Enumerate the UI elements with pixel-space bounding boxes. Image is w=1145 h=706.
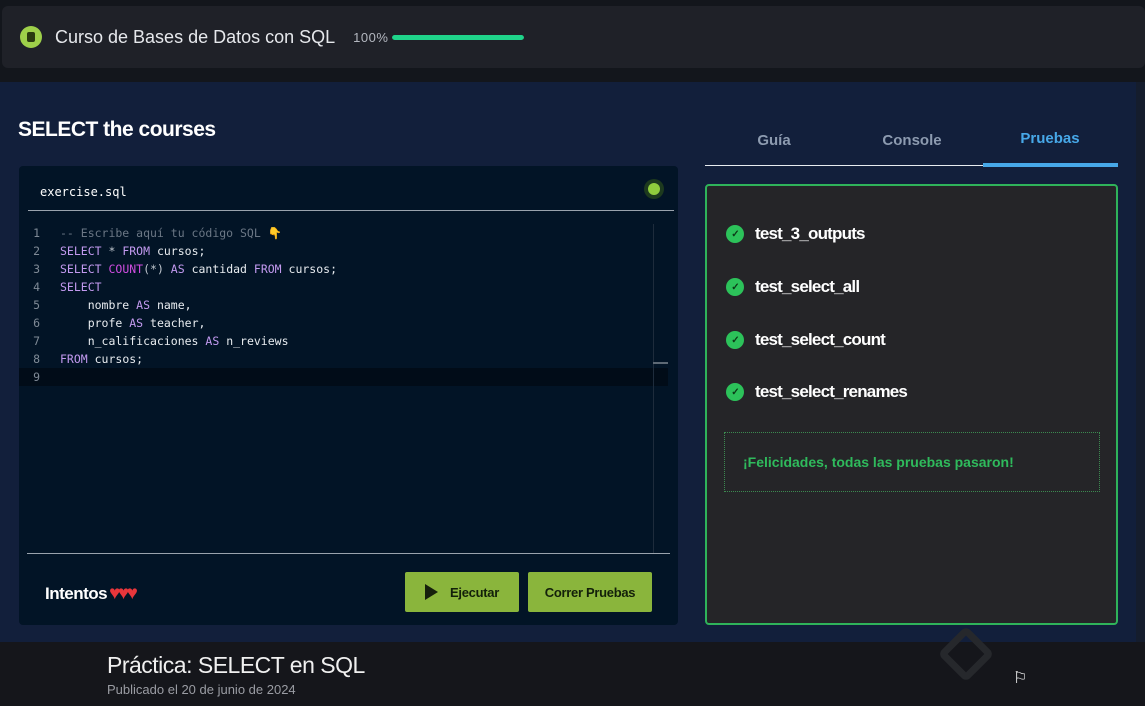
code-token: COUNT	[108, 262, 144, 276]
line-number: 5	[33, 298, 40, 312]
line-number: 8	[33, 352, 40, 366]
success-message: ¡Felicidades, todas las pruebas pasaron!	[724, 432, 1100, 492]
run-button[interactable]: Ejecutar	[405, 572, 519, 612]
course-badge-icon[interactable]	[20, 26, 42, 48]
code-line[interactable]: 6 profe AS teacher,	[19, 314, 669, 332]
code-line[interactable]: 1 -- Escribe aquí tu código SQL 👇	[19, 224, 669, 242]
code-token: AS	[136, 298, 151, 312]
code-token: profe	[60, 316, 130, 330]
divider	[27, 553, 670, 554]
code-token: cursos;	[87, 352, 144, 366]
code-token: n_calificaciones	[60, 334, 206, 348]
progress-label: 100%	[353, 29, 389, 45]
heart-icon: ♥	[126, 583, 138, 604]
code-token: name,	[150, 298, 192, 312]
test-name: test_3_outputs	[755, 224, 866, 243]
run-label: Ejecutar	[450, 584, 499, 600]
check-circle-icon: ✓	[726, 383, 744, 401]
line-number: 2	[33, 244, 40, 258]
run-tests-label: Correr Pruebas	[544, 584, 636, 600]
scrollbar[interactable]	[1136, 82, 1145, 642]
line-number: 1	[33, 226, 40, 240]
active-tab-indicator	[983, 163, 1118, 167]
code-token: FROM	[122, 244, 151, 258]
code-token: FROM	[60, 352, 88, 366]
tab-guia[interactable]: Guía	[705, 132, 843, 149]
course-title[interactable]: Curso de Bases de Datos con SQL	[55, 27, 335, 48]
check-circle-icon: ✓	[726, 331, 744, 349]
code-area[interactable]: 1 -- Escribe aquí tu código SQL 👇 2 SELECT …	[19, 224, 669, 386]
test-name: test_select_renames	[755, 382, 908, 401]
code-token: *	[101, 244, 123, 258]
code-token: SELECT	[60, 280, 102, 294]
line-number: 6	[33, 316, 40, 330]
code-line[interactable]: 9	[19, 368, 668, 386]
test-item: ✓ test_3_outputs	[726, 224, 866, 244]
lesson-title: Práctica: SELECT en SQL	[107, 652, 365, 678]
code-line[interactable]: 7 n_calificaciones AS n_reviews	[19, 332, 669, 350]
code-token: AS	[163, 262, 185, 276]
tests-panel: ✓ test_3_outputs ✓ test_select_all ✓ test_s…	[705, 184, 1118, 625]
code-line[interactable]: 8 FROM cursos;	[19, 350, 669, 368]
code-token: FROM	[253, 262, 282, 276]
attempts: Intentos ♥♥♥	[45, 583, 138, 605]
code-token: SELECT	[60, 262, 109, 276]
test-item: ✓ test_select_renames	[726, 382, 908, 402]
check-circle-icon: ✓	[726, 278, 744, 296]
scroll-marker	[653, 362, 668, 364]
tab-console[interactable]: Console	[843, 132, 981, 149]
line-number: 9	[33, 370, 40, 384]
code-token: cursos;	[150, 244, 206, 258]
test-item: ✓ test_select_all	[726, 277, 860, 297]
code-token: (*)	[143, 262, 164, 276]
code-line[interactable]: 5 nombre AS name,	[19, 296, 669, 314]
line-number: 4	[33, 280, 40, 294]
code-token: AS	[205, 334, 220, 348]
play-icon	[425, 584, 439, 600]
code-token: nombre	[60, 298, 137, 312]
flag-icon[interactable]: ⚐	[1013, 668, 1027, 688]
code-line[interactable]: 4 SELECT	[19, 278, 669, 296]
editor-scroll-track[interactable]	[653, 224, 654, 554]
code-token: AS	[129, 316, 144, 330]
code-editor: exercise.sql 1 -- Escribe aquí tu código …	[19, 166, 678, 625]
page-footer: Práctica: SELECT en SQL Publicado el 20 …	[0, 625, 1145, 706]
filename: exercise.sql	[40, 185, 127, 199]
code-token: cursos;	[281, 262, 337, 276]
exercise-title: SELECT the courses	[18, 118, 216, 141]
code-line[interactable]: 3 SELECT COUNT (*) AS cantidad FROM cursos…	[19, 260, 669, 278]
tab-pruebas[interactable]: Pruebas	[981, 130, 1119, 147]
platzi-watermark-logo	[937, 625, 995, 683]
code-line[interactable]: 2 SELECT * FROM cursos;	[19, 242, 669, 260]
code-token: SELECT	[60, 244, 102, 258]
hearts: ♥♥♥	[109, 583, 138, 605]
code-token: teacher,	[143, 316, 206, 330]
divider	[28, 210, 674, 211]
status-indicator-icon	[644, 179, 664, 199]
attempts-label: Intentos	[45, 584, 108, 603]
test-name: test_select_count	[755, 330, 886, 349]
test-item: ✓ test_select_count	[726, 330, 886, 350]
tabs: Guía Console Pruebas	[705, 118, 1119, 167]
code-token: -- Escribe aquí tu código SQL 👇	[60, 226, 283, 240]
code-token: cantidad	[184, 262, 254, 276]
code-token: n_reviews	[219, 334, 289, 348]
test-name: test_select_all	[755, 277, 860, 296]
top-bar: Curso de Bases de Datos con SQL 100%	[2, 6, 1145, 68]
check-circle-icon: ✓	[726, 225, 744, 243]
line-number: 7	[33, 334, 40, 348]
line-number: 3	[33, 262, 40, 276]
progress-bar	[392, 34, 525, 40]
publish-date: Publicado el 20 de junio de 2024	[107, 682, 296, 697]
run-tests-button[interactable]: Correr Pruebas	[528, 572, 652, 612]
